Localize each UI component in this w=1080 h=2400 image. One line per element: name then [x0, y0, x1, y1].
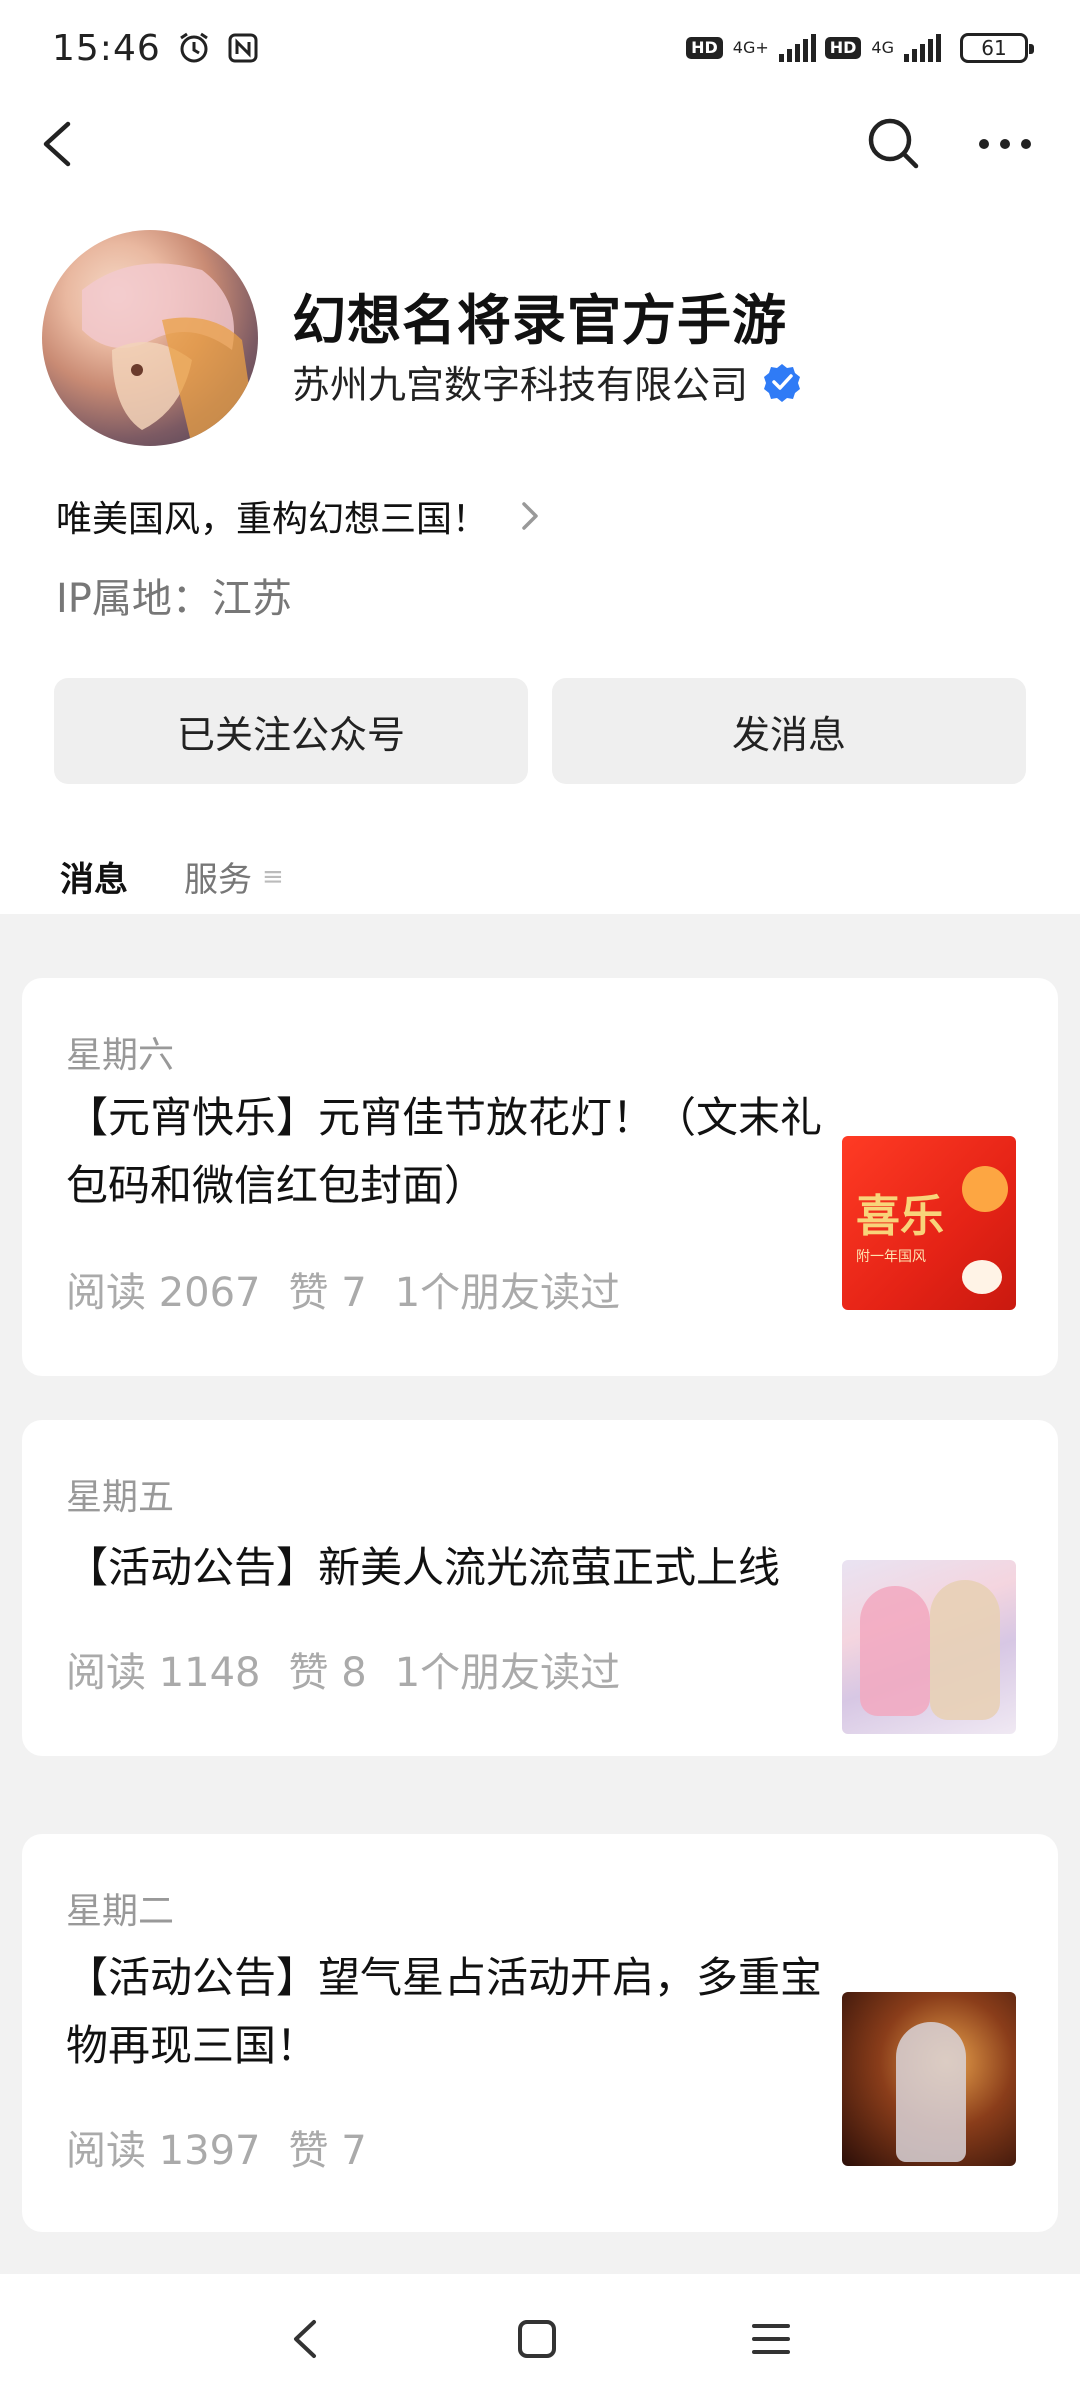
top-nav [0, 100, 1080, 190]
square-icon [518, 2320, 556, 2358]
article-reads: 阅读 2067 [66, 1270, 261, 1316]
followed-button[interactable]: 已关注公众号 [54, 678, 528, 784]
nfc-icon [227, 32, 259, 64]
network-type-1: 4G+ [732, 38, 769, 57]
article-likes: 赞 7 [288, 1270, 367, 1316]
article-title: 【活动公告】新美人流光流萤正式上线 [66, 1543, 781, 1592]
tab-services-label: 服务 [184, 860, 252, 900]
ip-location: IP属地：江苏 [56, 576, 292, 622]
more-dots-icon [979, 139, 1031, 149]
signal-icon-1 [777, 34, 817, 62]
chevron-left-icon [294, 2320, 316, 2358]
followed-button-label: 已关注公众号 [176, 712, 405, 757]
article-day: 星期二 [66, 1891, 175, 1932]
article-reads: 阅读 1148 [66, 1650, 261, 1696]
character-figure [930, 1580, 1000, 1720]
article-title: 【元宵快乐】元宵佳节放花灯！（文末礼包码和微信红包封面） [66, 1093, 823, 1210]
alarm-icon [177, 31, 211, 65]
lantern-decoration [962, 1166, 1008, 1212]
verified-badge-icon [764, 363, 801, 402]
article-card[interactable]: 星期五 【活动公告】新美人流光流萤正式上线 阅读 1148 赞 8 1个朋友读过 [22, 1420, 1058, 1756]
article-friends-read: 1个朋友读过 [394, 1650, 621, 1696]
intro-row[interactable]: 唯美国风，重构幻想三国！ [56, 490, 544, 542]
article-likes: 赞 7 [288, 2128, 367, 2174]
article-thumbnail [842, 1560, 1016, 1734]
system-nav-bar [0, 2274, 1080, 2400]
article-thumbnail: 喜乐 附一年国风 [842, 1136, 1016, 1310]
tab-messages[interactable]: 消息 [54, 852, 134, 921]
tab-messages-label: 消息 [60, 860, 128, 900]
article-meta: 阅读 1148 赞 8 1个朋友读过 [66, 1640, 620, 1698]
company-name: 苏州九宫数字科技有限公司 [292, 363, 749, 407]
system-home-button[interactable] [512, 2314, 562, 2364]
chevron-right-icon [522, 502, 538, 530]
menu-icon: ≡ [262, 861, 284, 892]
account-name: 幻想名将录官方手游 [292, 289, 787, 352]
article-feed: 星期六 【元宵快乐】元宵佳节放花灯！（文末礼包码和微信红包封面） 阅读 2067… [0, 914, 1080, 2274]
company-row[interactable]: 苏州九宫数字科技有限公司 [292, 354, 802, 409]
character-figure [860, 1586, 930, 1716]
battery-level: 61 [981, 36, 1007, 60]
thumbnail-text: 喜乐 [856, 1191, 944, 1242]
send-message-button-label: 发消息 [731, 712, 846, 757]
article-meta: 阅读 1397 赞 7 [66, 2118, 367, 2176]
network-type-2: 4G [871, 38, 894, 57]
article-card[interactable]: 星期六 【元宵快乐】元宵佳节放花灯！（文末礼包码和微信红包封面） 阅读 2067… [22, 978, 1058, 1376]
chevron-left-icon [43, 121, 71, 167]
article-day: 星期五 [66, 1477, 175, 1518]
avatar-image [82, 263, 258, 446]
article-reads: 阅读 1397 [66, 2128, 261, 2174]
article-title: 【活动公告】望气星占活动开启，多重宝物再现三国！ [66, 1953, 823, 2070]
article-meta: 阅读 2067 赞 7 1个朋友读过 [66, 1260, 620, 1318]
system-back-button[interactable] [282, 2314, 332, 2364]
hd-badge-2: HD [824, 37, 862, 59]
account-avatar[interactable] [42, 230, 258, 446]
account-intro: 唯美国风，重构幻想三国！ [56, 499, 489, 540]
search-icon [868, 118, 919, 169]
thumbnail-subtext: 附一年国风 [856, 1249, 926, 1265]
status-bar: 15:46 HD 4G+ HD 4G 61 [0, 0, 1080, 96]
article-thumbnail [842, 1992, 1016, 2166]
status-left: 15:46 [52, 28, 259, 69]
hamburger-icon [752, 2324, 790, 2354]
article-day: 星期六 [66, 1035, 175, 1076]
back-button[interactable] [30, 114, 90, 174]
more-button[interactable] [970, 112, 1040, 176]
signal-icon-2 [902, 34, 942, 62]
tab-services[interactable]: 服务 ≡ [184, 852, 284, 901]
tab-bar: 消息 服务 ≡ [0, 838, 1080, 921]
system-recents-button[interactable] [746, 2314, 796, 2364]
character-figure [896, 2022, 966, 2162]
hd-badge-1: HD [686, 37, 723, 59]
battery-icon: 61 [960, 33, 1034, 63]
status-right: HD 4G+ HD 4G 61 [686, 33, 1034, 63]
mascot-decoration [962, 1260, 1002, 1294]
article-likes: 赞 8 [288, 1650, 367, 1696]
send-message-button[interactable]: 发消息 [552, 678, 1026, 784]
clock-time: 15:46 [52, 27, 161, 69]
article-card[interactable]: 星期二 【活动公告】望气星占活动开启，多重宝物再现三国！ 阅读 1397 赞 7 [22, 1834, 1058, 2232]
article-friends-read: 1个朋友读过 [394, 1270, 621, 1316]
search-button[interactable] [862, 112, 926, 176]
